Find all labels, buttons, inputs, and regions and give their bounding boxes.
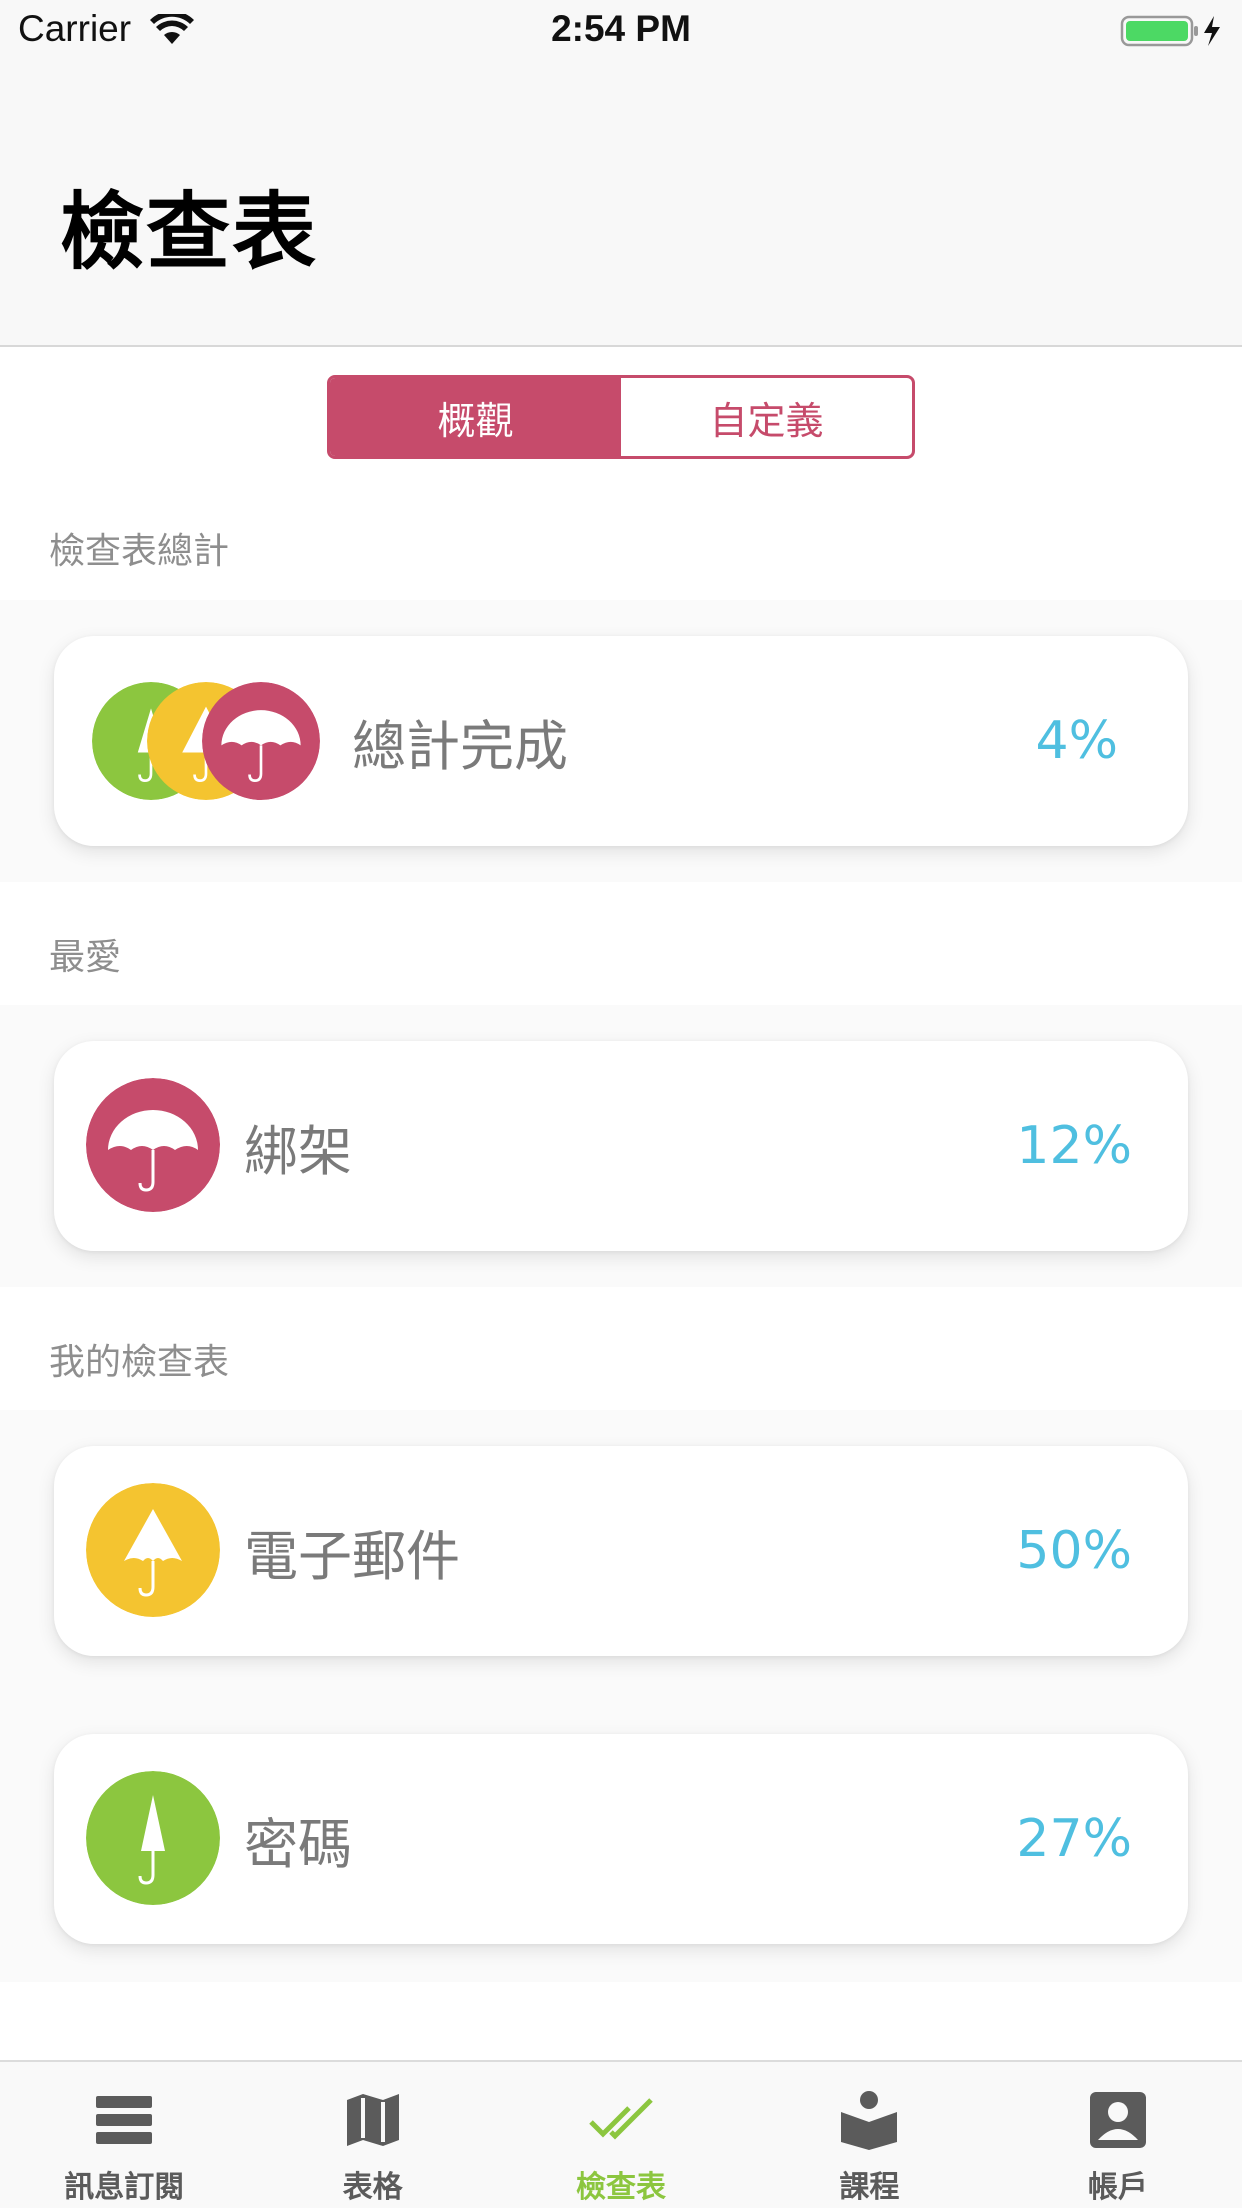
reader-icon [841,2091,898,2150]
feed-icon [96,2096,153,2144]
segmented-control: 概觀 自定義 [327,375,915,459]
tab-label: 帳戶 [1087,2170,1148,2205]
summary-card-percent: 4% [1035,711,1119,771]
checklist-card-name: 密碼 [244,1812,352,1876]
tab-map[interactable]: 表格 [248,2062,496,2208]
open-umbrella-icon [86,1078,220,1212]
closed-umbrella-icon [86,1771,220,1905]
tab-label: 訊息訂閱 [64,2170,185,2205]
red-umbrella-icon [202,682,320,800]
checklist-card-percent: 50% [1016,1521,1132,1581]
status-bar: Carrier 2:54 PM [0,0,1242,60]
section-label-favorites: 最愛 [49,937,122,978]
status-time: 2:54 PM [551,8,691,49]
half-open-umbrella-icon [86,1483,220,1617]
tab-label: 檢查表 [576,2170,667,2205]
segment-custom[interactable]: 自定義 [621,378,912,456]
map-icon [346,2094,399,2146]
navigation-header: 檢查表 [0,60,1242,347]
segment-overview[interactable]: 概觀 [330,378,621,456]
checklist-card-email[interactable]: 電子郵件 50% [54,1446,1188,1656]
page-title: 檢查表 [60,183,319,281]
summary-card[interactable]: 總計完成 4% [54,636,1188,846]
tab-account[interactable]: 帳戶 [994,2062,1242,2208]
account-icon [1089,2092,1146,2148]
checklist-card-password[interactable]: 密碼 27% [54,1734,1188,1944]
favorite-card-percent: 12% [1016,1116,1132,1176]
battery-icon [1120,15,1220,47]
tab-checklist[interactable]: 檢查表 [497,2062,745,2208]
section-label-my-checklists: 我的檢查表 [49,1342,230,1383]
summary-card-name: 總計完成 [352,714,568,778]
section-label-summary: 檢查表總計 [49,531,230,572]
tab-label: 課程 [839,2170,900,2205]
favorite-card[interactable]: 綁架 12% [54,1041,1188,1251]
favorite-card-name: 綁架 [244,1119,352,1183]
tab-bar: 訊息訂閱 表格 檢查表 課程 帳戶 [0,2060,1242,2208]
checklist-card-percent: 27% [1016,1809,1132,1869]
double-check-icon [589,2098,653,2140]
tab-label: 表格 [342,2170,403,2205]
checklist-card-name: 電子郵件 [244,1524,460,1588]
tab-feed[interactable]: 訊息訂閱 [0,2062,248,2208]
tab-lessons[interactable]: 課程 [745,2062,993,2208]
